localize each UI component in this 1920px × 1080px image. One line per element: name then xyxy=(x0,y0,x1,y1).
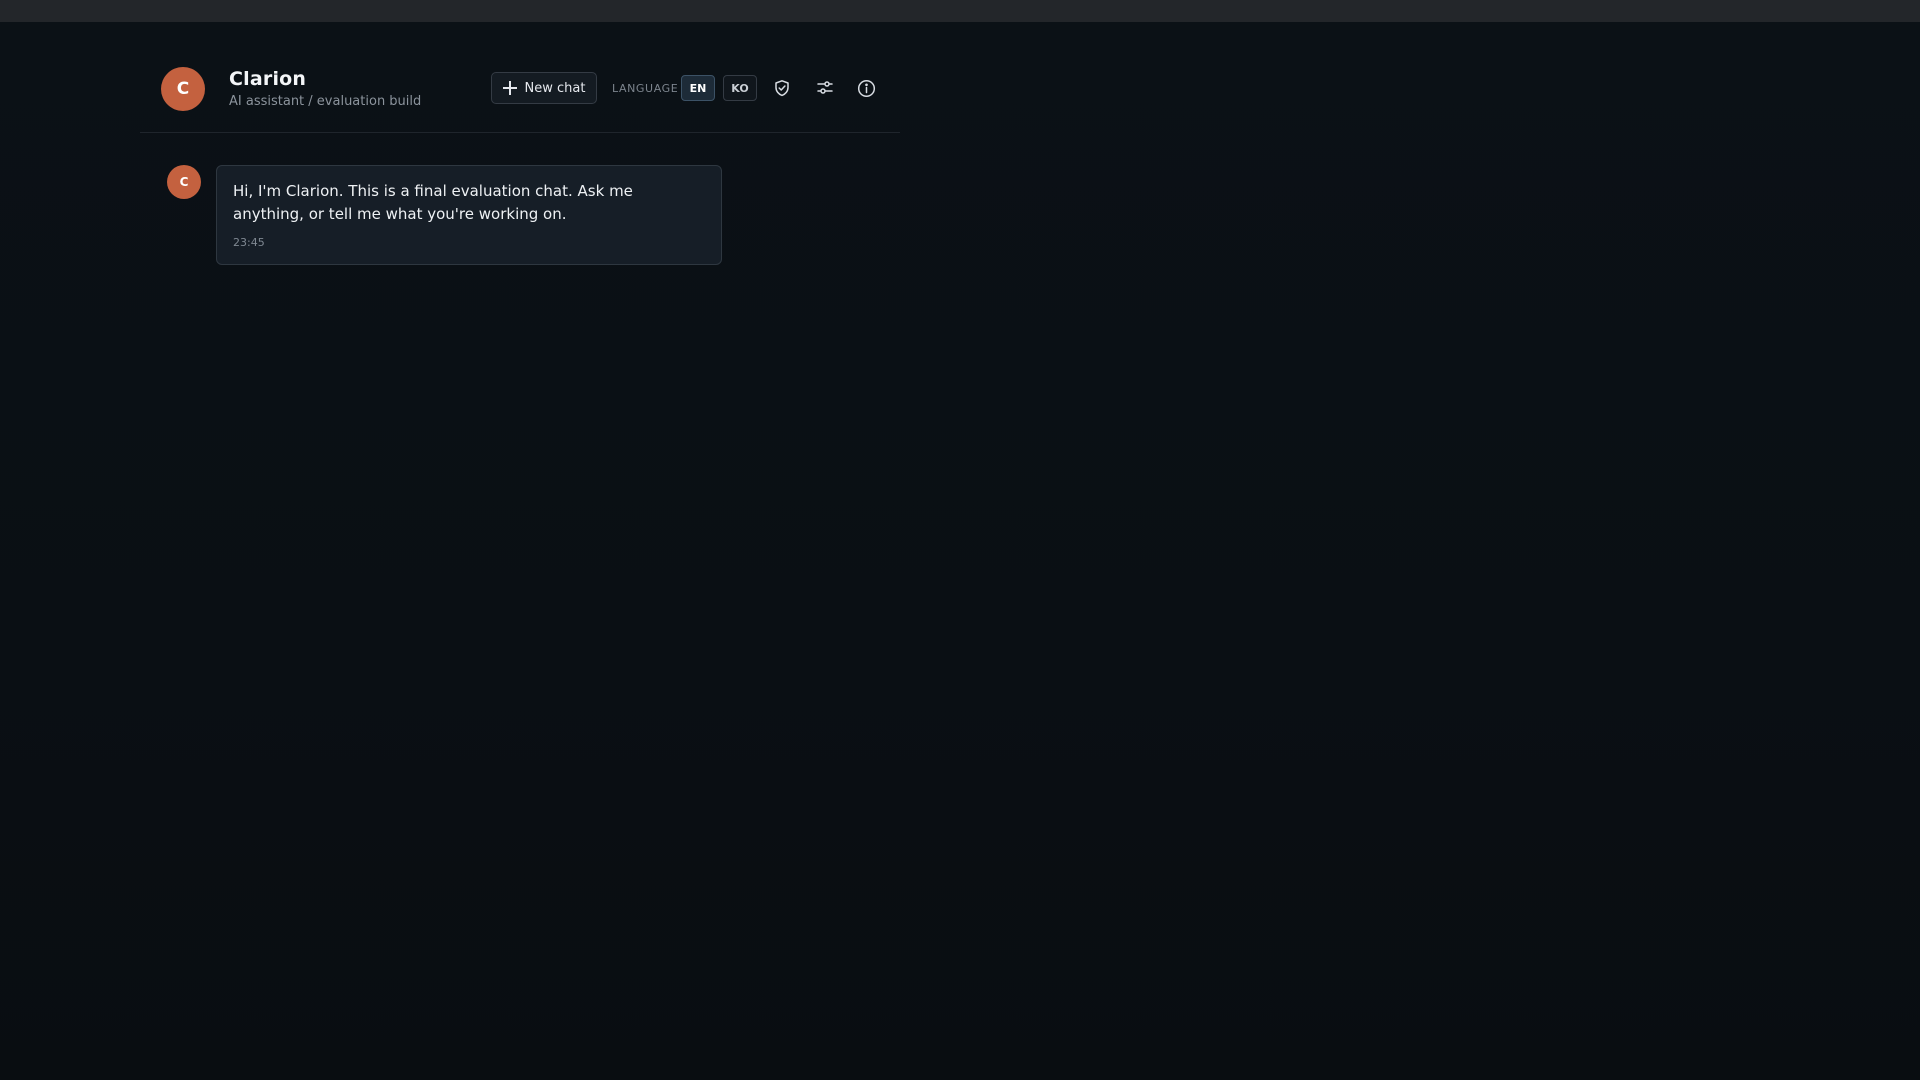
new-chat-button[interactable]: New chat xyxy=(491,72,597,104)
language-en-button[interactable]: EN xyxy=(681,75,715,101)
language-label: LANGUAGE xyxy=(612,82,679,95)
info-button[interactable] xyxy=(854,76,878,100)
plus-icon xyxy=(502,81,517,95)
assistant-subtitle: AI assistant / evaluation build xyxy=(229,94,422,109)
chat-header: C Clarion AI assistant / evaluation buil… xyxy=(140,44,900,133)
assistant-avatar: C xyxy=(161,67,205,111)
message-avatar-initial: C xyxy=(179,175,189,189)
message-bubble: Hi, I'm Clarion. This is a final evaluat… xyxy=(216,165,722,265)
message-timestamp: 23:45 xyxy=(233,236,265,249)
message-text: Hi, I'm Clarion. This is a final evaluat… xyxy=(233,182,633,223)
assistant-name: Clarion xyxy=(229,68,307,90)
window-top-bar xyxy=(0,0,1920,22)
message-avatar: C xyxy=(167,165,201,199)
sliders-icon xyxy=(817,81,833,94)
shield-check-icon xyxy=(775,80,789,97)
chat-app: C Clarion AI assistant / evaluation buil… xyxy=(0,22,1920,1080)
assistant-avatar-initial: C xyxy=(176,79,190,99)
settings-button[interactable] xyxy=(813,76,837,100)
info-icon xyxy=(857,79,875,97)
language-ko-button[interactable]: KO xyxy=(723,75,757,101)
new-chat-label: New chat xyxy=(524,80,586,96)
safety-button[interactable] xyxy=(770,76,794,100)
